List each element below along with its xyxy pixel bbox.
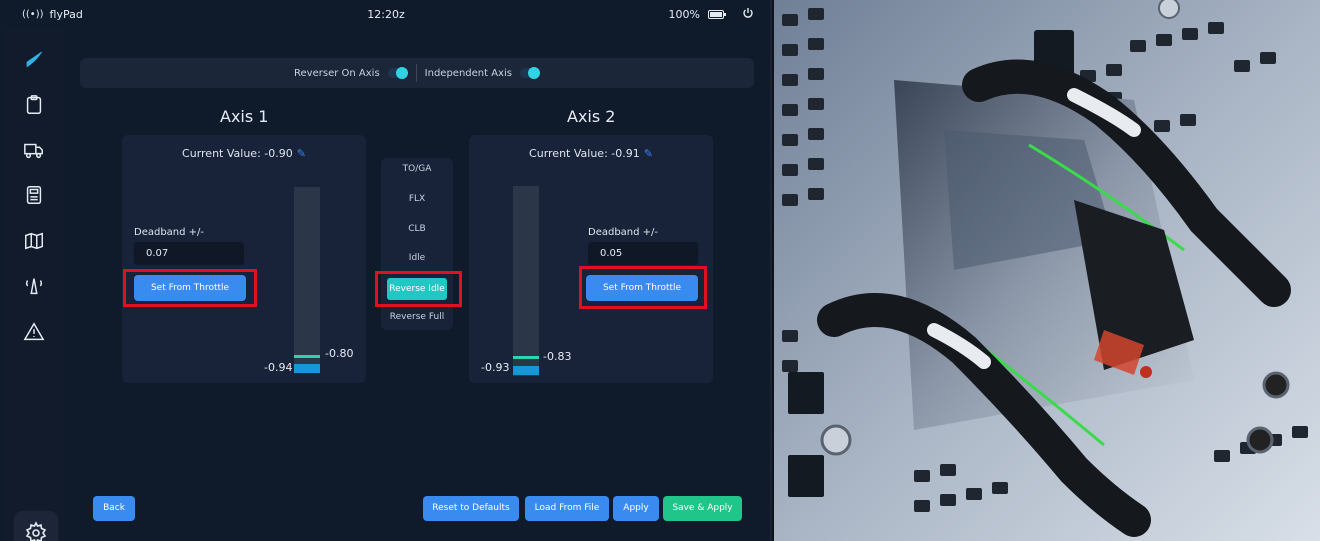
sidebar	[4, 28, 64, 541]
axis1-title: Axis 1	[220, 107, 269, 126]
axis2-title: Axis 2	[567, 107, 616, 126]
detent-clb[interactable]: CLB	[381, 224, 453, 234]
apply-button[interactable]: Apply	[613, 496, 659, 521]
axis-options-bar: Reverser On Axis Independent Axis	[80, 58, 754, 88]
cockpit-throttle-image	[774, 0, 1320, 541]
divider	[415, 64, 417, 82]
axis1-lower-label: -0.94	[264, 361, 293, 374]
tower-icon[interactable]	[20, 272, 48, 300]
clipboard-icon[interactable]	[20, 91, 48, 119]
gear-icon	[25, 521, 47, 541]
axis2-lower-fill	[513, 366, 539, 375]
axis1-set-from-throttle-button[interactable]: Set From Throttle	[134, 275, 246, 301]
power-icon[interactable]	[742, 7, 754, 22]
status-bar: ((•)) flyPad 12:20z 100%	[0, 0, 770, 28]
battery-icon	[708, 10, 726, 19]
axis1-current-value: Current Value: -0.90 ✎	[182, 147, 306, 160]
back-button[interactable]: Back	[93, 496, 135, 521]
load-from-file-button[interactable]: Load From File	[525, 496, 609, 521]
detent-reverse-full[interactable]: Reverse Full	[381, 312, 453, 322]
calculator-icon[interactable]	[20, 181, 48, 209]
axis2-card: Current Value: -0.91 ✎ -0.83 -0.93 Deadba…	[469, 135, 713, 383]
reset-to-defaults-button[interactable]: Reset to Defaults	[423, 496, 519, 521]
axis2-lower-label: -0.93	[481, 361, 510, 374]
detent-flx[interactable]: FLX	[381, 194, 453, 204]
axis2-upper-marker	[513, 356, 539, 359]
truck-icon[interactable]	[20, 136, 48, 164]
throttle-quadrant-illustration	[774, 0, 1320, 541]
axis2-range-bar	[513, 186, 539, 376]
axis1-upper-marker	[294, 355, 320, 358]
axis2-upper-label: -0.83	[543, 350, 572, 363]
reverser-on-axis-label: Reverser On Axis	[294, 67, 380, 79]
save-apply-button[interactable]: Save & Apply	[663, 496, 742, 521]
axis1-deadband-label: Deadband +/-	[134, 227, 205, 238]
axis1-lower-fill	[294, 364, 320, 373]
axis1-range-bar	[294, 187, 320, 373]
clock: 12:20z	[367, 8, 405, 21]
axis2-set-from-throttle-button[interactable]: Set From Throttle	[586, 275, 698, 301]
axis1-upper-label: -0.80	[325, 347, 354, 360]
axis2-deadband-label: Deadband +/-	[588, 227, 659, 238]
axis2-deadband-input[interactable]: 0.05	[588, 242, 698, 265]
independent-axis-toggle[interactable]	[519, 67, 540, 79]
settings-button[interactable]	[14, 511, 58, 541]
reverser-on-axis-toggle[interactable]	[387, 67, 408, 79]
detent-idle[interactable]: Idle	[381, 253, 453, 263]
axis1-card: Current Value: -0.90 ✎ Deadband +/- 0.07 …	[122, 135, 366, 383]
warning-icon[interactable]	[20, 318, 48, 346]
highlight-frame	[375, 271, 462, 307]
flypad-panel: ((•)) flyPad 12:20z 100% Reverser On Axi…	[0, 0, 772, 541]
edit-icon[interactable]: ✎	[297, 147, 306, 160]
detent-toga[interactable]: TO/GA	[381, 164, 453, 174]
edit-icon[interactable]: ✎	[644, 147, 653, 160]
battery-percent: 100%	[668, 8, 700, 21]
map-icon[interactable]	[20, 227, 48, 255]
logo-icon[interactable]	[20, 46, 48, 74]
throttle-config: Reverser On Axis Independent Axis Axis 1…	[66, 28, 768, 541]
axis1-deadband-input[interactable]: 0.07	[134, 242, 244, 265]
axis2-current-value: Current Value: -0.91 ✎	[529, 147, 653, 160]
independent-axis-label: Independent Axis	[424, 67, 512, 79]
